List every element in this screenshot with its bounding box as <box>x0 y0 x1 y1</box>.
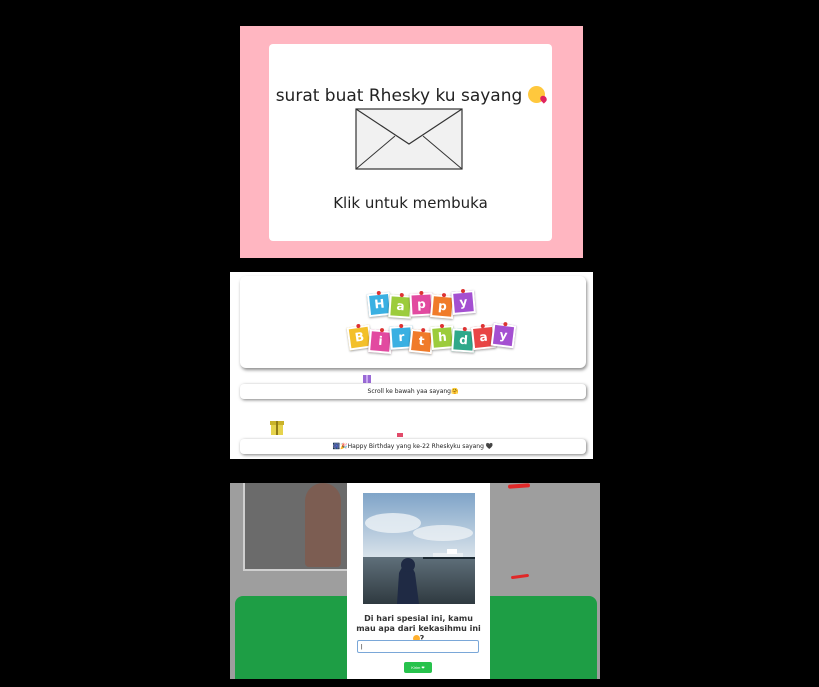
confetti-icon <box>397 433 403 437</box>
question-modal: Di hari spesial ini, kamu mau apa dari k… <box>347 483 490 679</box>
birthday-screen: H a p p y B i r t h d a y Scroll ke bawa… <box>230 272 593 459</box>
birthday-greeting-box: 🎆🎉Happy Birthday yang ke-22 Rheskyku say… <box>240 439 586 454</box>
answer-input[interactable] <box>357 640 479 653</box>
background-photo-person <box>305 483 341 567</box>
confetti-piece <box>507 483 531 489</box>
question-label: Di hari spesial ini, kamu mau apa dari k… <box>356 614 481 633</box>
present-box-icon <box>270 421 284 435</box>
banner-letter-y1: y <box>451 290 476 315</box>
open-letter-link[interactable]: Klik untuk membuka <box>269 194 552 212</box>
gift-decoration-icon <box>363 375 371 383</box>
background-photo <box>243 483 357 571</box>
envelope-card[interactable]: surat buat Rhesky ku sayang Klik untuk m… <box>269 44 552 241</box>
seaside-photo <box>363 493 475 604</box>
envelope-screen: surat buat Rhesky ku sayang Klik untuk m… <box>240 26 583 258</box>
letter-title-text: surat buat Rhesky ku sayang <box>275 86 523 106</box>
confetti-piece <box>510 573 530 580</box>
letter-title: surat buat Rhesky ku sayang <box>269 86 552 105</box>
question-screen: Di hari spesial ini, kamu mau apa dari k… <box>230 483 600 679</box>
kiss-emoji-icon <box>528 86 546 103</box>
submit-button[interactable]: Kirim ❤ <box>404 662 432 673</box>
banner-letter-y2: y <box>490 322 517 349</box>
envelope-icon[interactable] <box>355 108 463 170</box>
scroll-hint-box: Scroll ke bawah yaa sayang🤗 <box>240 384 586 399</box>
happy-birthday-banner: H a p p y B i r t h d a y <box>240 276 586 368</box>
